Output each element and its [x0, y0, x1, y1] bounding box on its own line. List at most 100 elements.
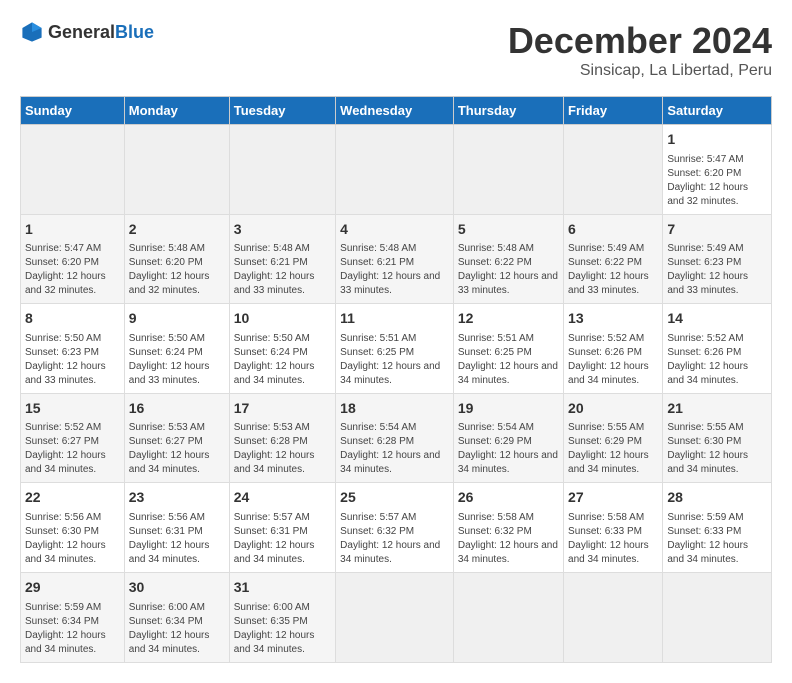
- day-number: 5: [458, 220, 559, 240]
- day-number: 16: [129, 399, 225, 419]
- day-number: 6: [568, 220, 658, 240]
- header: GeneralBlue December 2024 Sinsicap, La L…: [20, 20, 772, 80]
- day-number: 19: [458, 399, 559, 419]
- day-number: 13: [568, 309, 658, 329]
- day-number: 24: [234, 488, 331, 508]
- day-number: 8: [25, 309, 120, 329]
- day-info: Sunrise: 5:49 AMSunset: 6:22 PMDaylight:…: [568, 242, 658, 298]
- day-info: Sunrise: 5:55 AMSunset: 6:30 PMDaylight:…: [667, 421, 767, 477]
- calendar-cell: 19Sunrise: 5:54 AMSunset: 6:29 PMDayligh…: [453, 393, 563, 483]
- calendar-cell: 1Sunrise: 5:47 AMSunset: 6:20 PMDaylight…: [21, 214, 125, 304]
- day-info: Sunrise: 6:00 AMSunset: 6:34 PMDaylight:…: [129, 601, 225, 657]
- header-sunday: Sunday: [21, 97, 125, 125]
- calendar-cell: [124, 125, 229, 215]
- calendar-cell: 22 Sunrise: 5:56 AMSunset: 6:30 PMDayligh…: [21, 483, 125, 573]
- calendar-cell: 15Sunrise: 5:52 AMSunset: 6:27 PMDayligh…: [21, 393, 125, 483]
- day-info: Sunrise: 5:48 AMSunset: 6:21 PMDaylight:…: [234, 242, 331, 298]
- main-title: December 2024: [508, 20, 772, 62]
- day-number: 29: [25, 578, 120, 598]
- calendar-cell: [663, 572, 772, 662]
- calendar-week-2: 8Sunrise: 5:50 AMSunset: 6:23 PMDaylight…: [21, 304, 772, 394]
- calendar-week-3: 15Sunrise: 5:52 AMSunset: 6:27 PMDayligh…: [21, 393, 772, 483]
- calendar-cell: [453, 572, 563, 662]
- day-number: 11: [340, 309, 449, 329]
- calendar-cell: 10Sunrise: 5:50 AMSunset: 6:24 PMDayligh…: [229, 304, 335, 394]
- day-info: Sunrise: 5:47 AMSunset: 6:20 PMDaylight:…: [667, 153, 767, 209]
- day-number: 18: [340, 399, 449, 419]
- day-info: Sunrise: 5:57 AMSunset: 6:32 PMDaylight:…: [340, 511, 449, 567]
- day-info: Sunrise: 5:48 AMSunset: 6:20 PMDaylight:…: [129, 242, 225, 298]
- calendar-cell: 16Sunrise: 5:53 AMSunset: 6:27 PMDayligh…: [124, 393, 229, 483]
- day-info: Sunrise: 5:47 AMSunset: 6:20 PMDaylight:…: [25, 242, 120, 298]
- calendar-cell: 20Sunrise: 5:55 AMSunset: 6:29 PMDayligh…: [564, 393, 663, 483]
- calendar-cell: 12 Sunrise: 5:51 AMSunset: 6:25 PMDayligh…: [453, 304, 563, 394]
- calendar-cell: [229, 125, 335, 215]
- calendar-cell: 14 Sunrise: 5:52 AMSunset: 6:26 PMDayligh…: [663, 304, 772, 394]
- calendar-cell: 9 Sunrise: 5:50 AMSunset: 6:24 PMDaylight…: [124, 304, 229, 394]
- calendar-cell: 5Sunrise: 5:48 AMSunset: 6:22 PMDaylight…: [453, 214, 563, 304]
- day-info: Sunrise: 5:52 AMSunset: 6:26 PMDaylight:…: [568, 332, 658, 388]
- header-wednesday: Wednesday: [336, 97, 454, 125]
- calendar-cell: 18Sunrise: 5:54 AMSunset: 6:28 PMDayligh…: [336, 393, 454, 483]
- day-number: 1: [25, 220, 120, 240]
- day-info: Sunrise: 5:51 AMSunset: 6:25 PMDaylight:…: [340, 332, 449, 388]
- day-info: Sunrise: 5:58 AMSunset: 6:32 PMDaylight:…: [458, 511, 559, 567]
- calendar-cell: 13 Sunrise: 5:52 AMSunset: 6:26 PMDayligh…: [564, 304, 663, 394]
- calendar-cell: 27Sunrise: 5:58 AMSunset: 6:33 PMDayligh…: [564, 483, 663, 573]
- calendar-cell: [336, 125, 454, 215]
- day-info: Sunrise: 5:48 AMSunset: 6:21 PMDaylight:…: [340, 242, 449, 298]
- day-info: Sunrise: 5:49 AMSunset: 6:23 PMDaylight:…: [667, 242, 767, 298]
- day-info: Sunrise: 5:51 AMSunset: 6:25 PMDaylight:…: [458, 332, 559, 388]
- calendar-cell: 4Sunrise: 5:48 AMSunset: 6:21 PMDaylight…: [336, 214, 454, 304]
- day-info: Sunrise: 5:50 AMSunset: 6:24 PMDaylight:…: [234, 332, 331, 388]
- day-info: Sunrise: 5:56 AMSunset: 6:31 PMDaylight:…: [129, 511, 225, 567]
- day-info: Sunrise: 5:53 AMSunset: 6:28 PMDaylight:…: [234, 421, 331, 477]
- header-monday: Monday: [124, 97, 229, 125]
- day-number: 2: [129, 220, 225, 240]
- header-thursday: Thursday: [453, 97, 563, 125]
- calendar-cell: 23 Sunrise: 5:56 AMSunset: 6:31 PMDayligh…: [124, 483, 229, 573]
- day-info: Sunrise: 5:54 AMSunset: 6:29 PMDaylight:…: [458, 421, 559, 477]
- calendar-cell: 31Sunrise: 6:00 AMSunset: 6:35 PMDayligh…: [229, 572, 335, 662]
- day-number: 14: [667, 309, 767, 329]
- day-number: 26: [458, 488, 559, 508]
- calendar-week-5: 29Sunrise: 5:59 AMSunset: 6:34 PMDayligh…: [21, 572, 772, 662]
- day-info: Sunrise: 5:50 AMSunset: 6:24 PMDaylight:…: [129, 332, 225, 388]
- day-info: Sunrise: 5:54 AMSunset: 6:28 PMDaylight:…: [340, 421, 449, 477]
- calendar-cell: [21, 125, 125, 215]
- day-info: Sunrise: 6:00 AMSunset: 6:35 PMDaylight:…: [234, 601, 331, 657]
- subtitle: Sinsicap, La Libertad, Peru: [508, 62, 772, 80]
- calendar-cell: 3Sunrise: 5:48 AMSunset: 6:21 PMDaylight…: [229, 214, 335, 304]
- day-number: 22: [25, 488, 120, 508]
- calendar-table: Sunday Monday Tuesday Wednesday Thursday…: [20, 96, 772, 663]
- day-info: Sunrise: 5:52 AMSunset: 6:26 PMDaylight:…: [667, 332, 767, 388]
- header-saturday: Saturday: [663, 97, 772, 125]
- logo-blue: Blue: [115, 22, 154, 42]
- calendar-cell: 2Sunrise: 5:48 AMSunset: 6:20 PMDaylight…: [124, 214, 229, 304]
- day-number: 7: [667, 220, 767, 240]
- header-friday: Friday: [564, 97, 663, 125]
- day-info: Sunrise: 5:59 AMSunset: 6:33 PMDaylight:…: [667, 511, 767, 567]
- calendar-week-0: 1Sunrise: 5:47 AMSunset: 6:20 PMDaylight…: [21, 125, 772, 215]
- day-number: 23: [129, 488, 225, 508]
- day-number: 27: [568, 488, 658, 508]
- day-info: Sunrise: 5:55 AMSunset: 6:29 PMDaylight:…: [568, 421, 658, 477]
- day-number: 3: [234, 220, 331, 240]
- calendar-cell: 29Sunrise: 5:59 AMSunset: 6:34 PMDayligh…: [21, 572, 125, 662]
- day-number: 9: [129, 309, 225, 329]
- day-info: Sunrise: 5:52 AMSunset: 6:27 PMDaylight:…: [25, 421, 120, 477]
- day-info: Sunrise: 5:48 AMSunset: 6:22 PMDaylight:…: [458, 242, 559, 298]
- day-number: 12: [458, 309, 559, 329]
- calendar-cell: 6Sunrise: 5:49 AMSunset: 6:22 PMDaylight…: [564, 214, 663, 304]
- day-number: 28: [667, 488, 767, 508]
- calendar-cell: 26 Sunrise: 5:58 AMSunset: 6:32 PMDayligh…: [453, 483, 563, 573]
- day-info: Sunrise: 5:57 AMSunset: 6:31 PMDaylight:…: [234, 511, 331, 567]
- day-number: 17: [234, 399, 331, 419]
- calendar-cell: 24 Sunrise: 5:57 AMSunset: 6:31 PMDayligh…: [229, 483, 335, 573]
- day-info: Sunrise: 5:56 AMSunset: 6:30 PMDaylight:…: [25, 511, 120, 567]
- calendar-cell: 7Sunrise: 5:49 AMSunset: 6:23 PMDaylight…: [663, 214, 772, 304]
- calendar-cell: 1Sunrise: 5:47 AMSunset: 6:20 PMDaylight…: [663, 125, 772, 215]
- day-number: 4: [340, 220, 449, 240]
- day-info: Sunrise: 5:53 AMSunset: 6:27 PMDaylight:…: [129, 421, 225, 477]
- calendar-cell: [336, 572, 454, 662]
